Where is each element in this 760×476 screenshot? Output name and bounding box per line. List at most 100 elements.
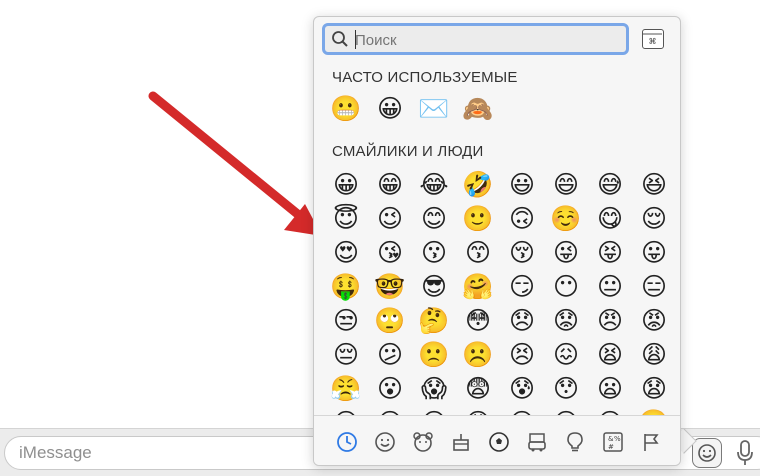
emoji-cell[interactable]: ☺️ bbox=[544, 201, 588, 235]
sports-ball-icon bbox=[489, 431, 509, 452]
emoji-cell[interactable]: ☹️ bbox=[456, 337, 500, 371]
emoji-cell[interactable]: 🤣 bbox=[456, 167, 500, 201]
emoji-cell[interactable]: 😰 bbox=[500, 371, 544, 405]
frequent-section-title: ЧАСТО ИСПОЛЬЗУЕМЫЕ bbox=[332, 69, 518, 86]
emoji-cell[interactable]: 😓 bbox=[456, 405, 500, 416]
category-objects[interactable] bbox=[556, 426, 594, 458]
emoji-cell[interactable]: 😑 bbox=[632, 269, 676, 303]
emoji-grid-row: 😇 😉 😊 🙂 🙃 ☺️ 😋 😌 bbox=[324, 201, 680, 235]
emoji-cell[interactable]: 😁 bbox=[368, 167, 412, 201]
emoji-cell[interactable]: 😢 bbox=[324, 405, 368, 416]
emoji-cell[interactable]: 😮 bbox=[368, 371, 412, 405]
frequent-emoji-3[interactable]: 🙈 bbox=[456, 91, 500, 125]
emoji-cell[interactable]: 😞 bbox=[500, 303, 544, 337]
emoji-cell[interactable]: 😝 bbox=[588, 235, 632, 269]
emoji-grid-row: 😔 😕 🙁 ☹️ 😣 😖 😫 😩 bbox=[324, 337, 680, 371]
emoji-search-input[interactable] bbox=[355, 29, 615, 51]
emoji-cell[interactable]: 😐 bbox=[588, 269, 632, 303]
emoji-cell[interactable]: 🙁 bbox=[412, 337, 456, 371]
emoji-cell[interactable]: 😫 bbox=[588, 337, 632, 371]
category-flags[interactable] bbox=[632, 426, 670, 458]
emoji-cell[interactable]: 😶 bbox=[544, 269, 588, 303]
frequent-emoji-2[interactable]: ✉️ bbox=[412, 91, 456, 125]
emoji-cell[interactable]: 😚 bbox=[500, 235, 544, 269]
category-travel[interactable] bbox=[518, 426, 556, 458]
emoji-cell[interactable]: 😪 bbox=[412, 405, 456, 416]
category-food[interactable] bbox=[442, 426, 480, 458]
emoji-cell[interactable]: 😗 bbox=[412, 235, 456, 269]
emoji-cell[interactable]: 😩 bbox=[632, 337, 676, 371]
emoji-cell[interactable]: 😯 bbox=[544, 371, 588, 405]
emoji-cell[interactable]: 😠 bbox=[588, 303, 632, 337]
category-symbols[interactable]: & % # bbox=[594, 426, 632, 458]
emoji-cell[interactable]: 🙃 bbox=[500, 201, 544, 235]
emoji-cell[interactable]: 🙂 bbox=[456, 201, 500, 235]
emoji-cell[interactable]: 😀 bbox=[324, 167, 368, 201]
emoji-search-box[interactable] bbox=[322, 23, 629, 55]
emoji-cell[interactable]: 😌 bbox=[632, 201, 676, 235]
smiley-icon bbox=[375, 431, 395, 452]
emoji-cell[interactable]: 😉 bbox=[368, 201, 412, 235]
text-caret bbox=[355, 30, 356, 49]
category-smileys[interactable] bbox=[366, 426, 404, 458]
flag-icon bbox=[644, 433, 659, 451]
emoji-cell[interactable]: 😨 bbox=[456, 371, 500, 405]
emoji-cell[interactable]: 😋 bbox=[588, 201, 632, 235]
emoji-cell[interactable]: 🙄 bbox=[368, 303, 412, 337]
emoji-cell[interactable]: 😒 bbox=[324, 303, 368, 337]
svg-text:⌘: ⌘ bbox=[649, 37, 657, 46]
emoji-cell[interactable]: 😇 bbox=[324, 201, 368, 235]
travel-icon bbox=[528, 432, 546, 451]
emoji-cell[interactable]: 😟 bbox=[544, 303, 588, 337]
emoji-cell[interactable]: 😲 bbox=[588, 405, 632, 416]
emoji-cell[interactable]: 😤 bbox=[324, 371, 368, 405]
emoji-cell[interactable]: 😱 bbox=[412, 371, 456, 405]
emoji-cell[interactable]: 😎 bbox=[412, 269, 456, 303]
frequent-emoji-0[interactable]: 😬 bbox=[324, 91, 368, 125]
emoji-cell[interactable]: 😘 bbox=[368, 235, 412, 269]
emoji-cell[interactable]: 😦 bbox=[588, 371, 632, 405]
emoji-cell[interactable]: 😏 bbox=[500, 269, 544, 303]
emoji-cell[interactable]: 😛 bbox=[632, 235, 676, 269]
emoji-cell[interactable]: 🤔 bbox=[412, 303, 456, 337]
emoji-cell[interactable]: 😔 bbox=[324, 337, 368, 371]
emoji-cell[interactable]: 🤗 bbox=[456, 269, 500, 303]
emoji-cell[interactable]: 😜 bbox=[544, 235, 588, 269]
emoji-cell[interactable]: 😄 bbox=[544, 167, 588, 201]
search-icon bbox=[332, 31, 348, 47]
emoji-cell[interactable]: 😵 bbox=[544, 405, 588, 416]
category-recent[interactable] bbox=[328, 426, 366, 458]
emoji-cell[interactable]: 😕 bbox=[368, 337, 412, 371]
category-animals[interactable] bbox=[404, 426, 442, 458]
emoji-cell[interactable]: 🤐 bbox=[632, 405, 676, 416]
food-icon bbox=[453, 433, 469, 451]
emoji-grid-row: 😤 😮 😱 😨 😰 😯 😦 😧 bbox=[324, 371, 680, 405]
emoji-cell[interactable]: 😥 bbox=[368, 405, 412, 416]
emoji-cell[interactable]: 😊 bbox=[412, 201, 456, 235]
emoji-cell[interactable]: 😃 bbox=[500, 167, 544, 201]
frequent-emoji-1[interactable]: 😀 bbox=[368, 91, 412, 125]
emoji-cell[interactable]: 😍 bbox=[324, 235, 368, 269]
symbols-icon: & % # bbox=[603, 431, 623, 452]
svg-text:#: # bbox=[608, 443, 614, 451]
emoji-grid-row: 😢😥😪😓😭😵😲🤐 bbox=[324, 405, 680, 416]
emoji-grid-row: 😍 😘 😗 😙 😚 😜 😝 😛 bbox=[324, 235, 680, 269]
emoji-cell[interactable]: 🤑 bbox=[324, 269, 368, 303]
emoji-cell[interactable]: 😧 bbox=[632, 371, 676, 405]
svg-text:%: % bbox=[614, 435, 621, 443]
microphone-icon[interactable] bbox=[736, 439, 754, 467]
emoji-cell[interactable]: 😭 bbox=[500, 405, 544, 416]
emoji-cell[interactable]: 😙 bbox=[456, 235, 500, 269]
emoji-cell[interactable]: 😳 bbox=[456, 303, 500, 337]
emoji-cell[interactable]: 😅 bbox=[588, 167, 632, 201]
emoji-cell[interactable]: 😖 bbox=[544, 337, 588, 371]
emoji-picker-button[interactable] bbox=[692, 438, 722, 468]
emoji-cell[interactable]: 😡 bbox=[632, 303, 676, 337]
emoji-cell[interactable]: 😂 bbox=[412, 167, 456, 201]
category-sports[interactable] bbox=[480, 426, 518, 458]
emoji-cell[interactable]: 🤓 bbox=[368, 269, 412, 303]
character-viewer-button[interactable]: ⌘ bbox=[642, 29, 664, 49]
emoji-cell[interactable]: 😆 bbox=[632, 167, 676, 201]
smiley-icon bbox=[698, 444, 716, 462]
emoji-cell[interactable]: 😣 bbox=[500, 337, 544, 371]
